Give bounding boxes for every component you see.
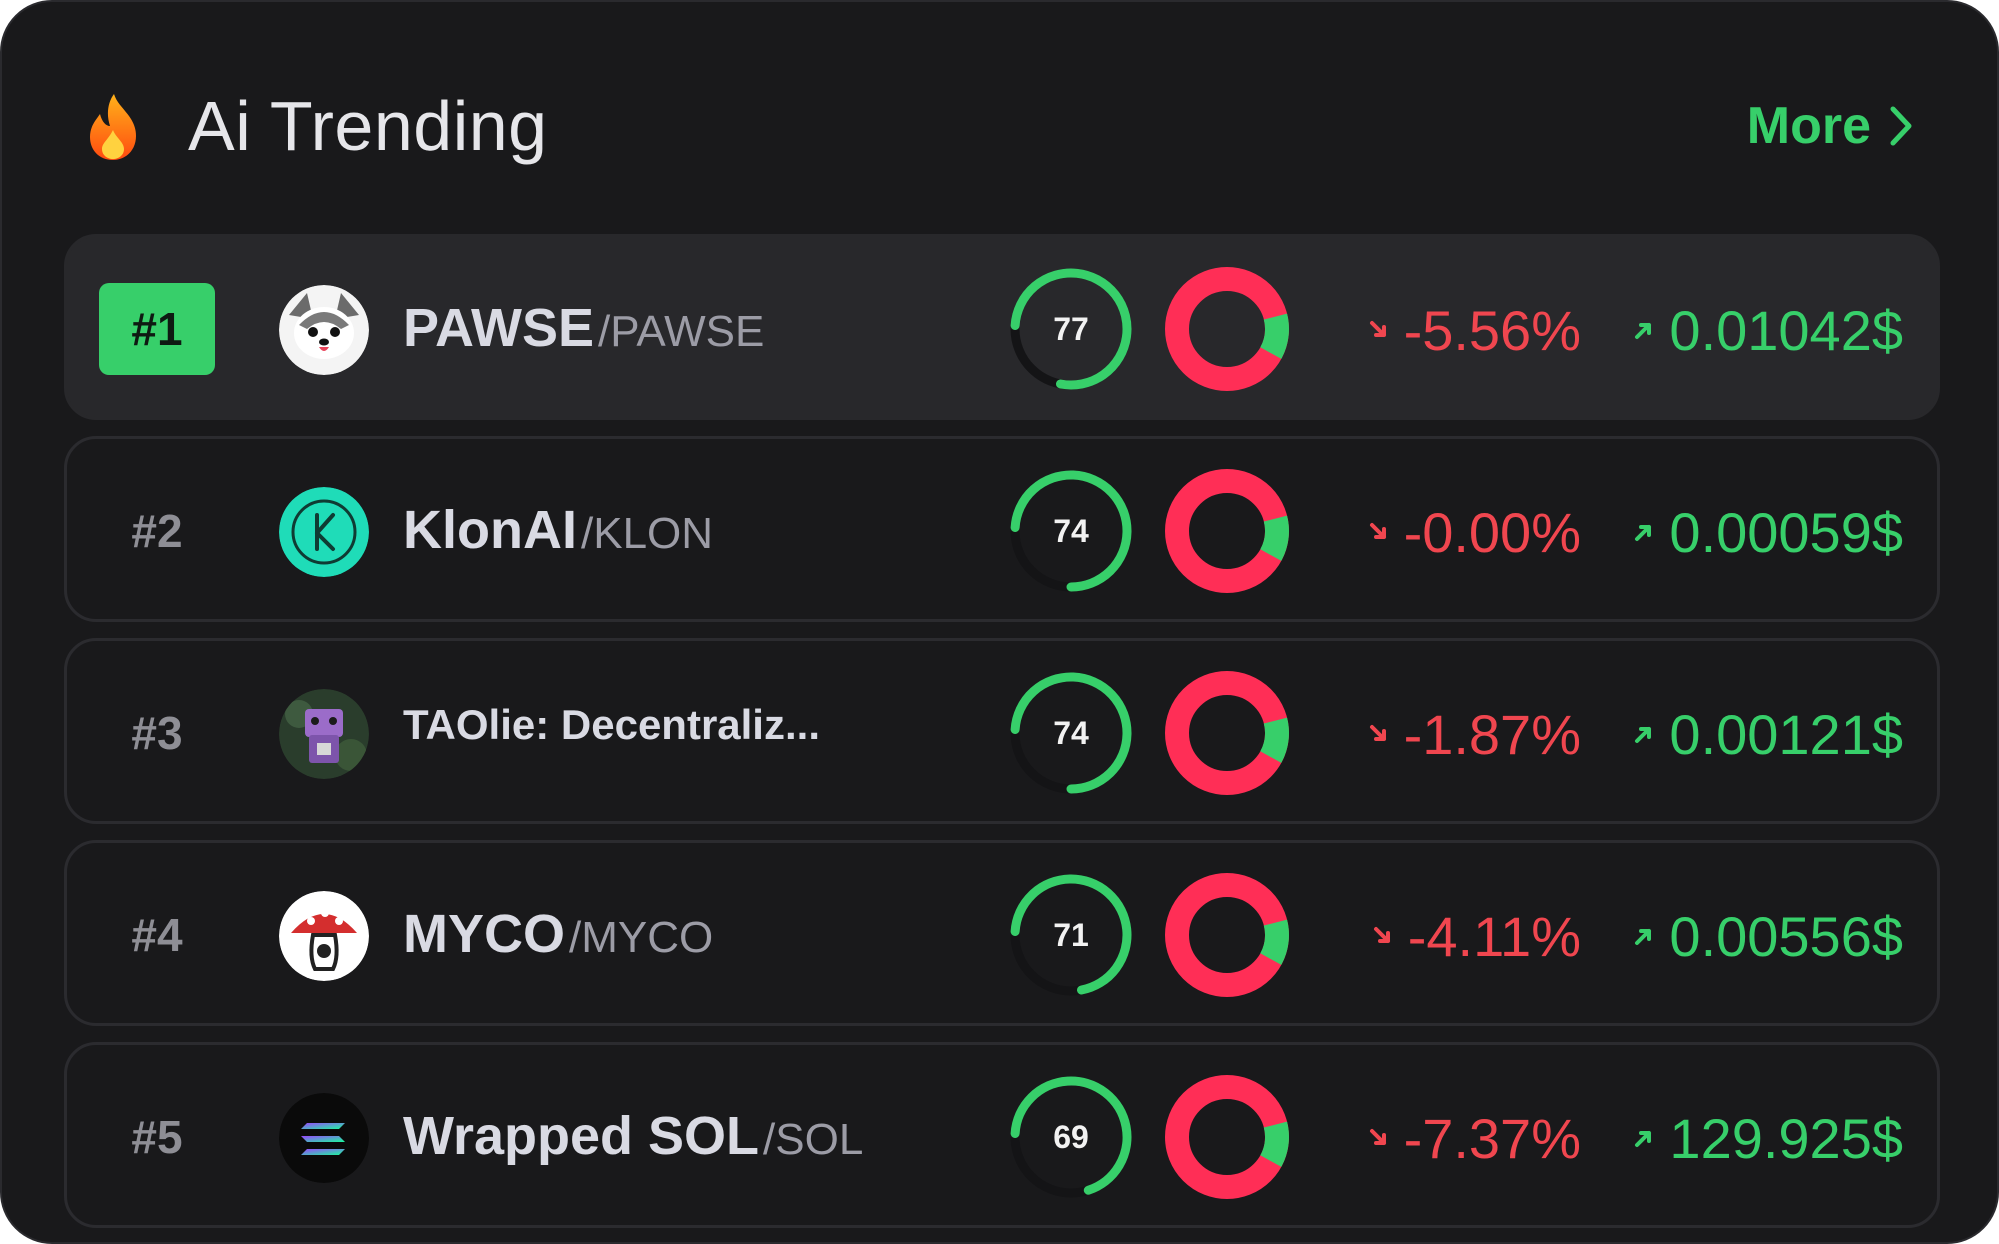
more-label: More [1746, 97, 1871, 155]
page-title: Ai Trending [188, 87, 548, 165]
solana-logo [279, 1093, 369, 1183]
price-change: -7.37% [1368, 1103, 1581, 1173]
score-value: 69 [1053, 1118, 1089, 1155]
buy-sell-donut [1163, 1073, 1291, 1201]
trending-row[interactable]: #4 MYCOMYCO 71 -4.11% 0.00556$ [64, 840, 1940, 1026]
trending-row[interactable]: #5 Wrapped SOLSOL 69 -7.37% 129.925$ [64, 1042, 1940, 1228]
klon-k-logo [279, 487, 369, 577]
token-price-value: 0.01042$ [1669, 298, 1903, 362]
price-change: -0.00% [1368, 497, 1581, 567]
arrow-up-icon [1635, 727, 1652, 743]
token-price: 129.925$ [1633, 1103, 1903, 1173]
token-name: PAWSEPAWSE [403, 297, 764, 367]
score-gauge: 69 [1007, 1073, 1135, 1201]
arrow-down-icon [1369, 321, 1386, 337]
score-gauge: 77 [1007, 265, 1135, 393]
price-change: -5.56% [1368, 295, 1581, 365]
token-price: 0.01042$ [1633, 295, 1903, 365]
score-value: 74 [1053, 512, 1089, 549]
trending-row[interactable]: #1 PAWSEPAWSE 77 -5.56% 0.01042$ [64, 234, 1940, 420]
arrow-down-icon [1369, 1129, 1386, 1145]
token-price-value: 0.00059$ [1669, 500, 1903, 564]
chevron-right-icon [1890, 106, 1912, 146]
arrow-down-icon [1373, 927, 1390, 943]
price-change-value: -5.56% [1403, 298, 1581, 362]
token-name-label: MYCO [403, 904, 565, 964]
token-price: 0.00121$ [1633, 699, 1903, 769]
score-value: 74 [1053, 714, 1089, 751]
trending-row[interactable]: #2 KlonAIKLON 74 -0.00% 0.00059$ [64, 436, 1940, 622]
token-symbol: PAWSE [598, 307, 764, 357]
rank-badge: #2 [131, 505, 183, 557]
price-change: -1.87% [1368, 699, 1581, 769]
price-change-value: -7.37% [1403, 1106, 1581, 1170]
arrow-down-icon [1369, 725, 1386, 741]
token-name-label: KlonAI [403, 500, 577, 560]
arrow-up-icon [1635, 1131, 1652, 1147]
token-name-label: TAOlie: Decentraliz... [403, 701, 820, 748]
rank-badge: #3 [131, 707, 183, 759]
score-gauge: 74 [1007, 669, 1135, 797]
token-name: TAOlie: Decentraliz... [403, 701, 820, 771]
buy-sell-donut [1163, 265, 1291, 393]
buy-sell-donut [1163, 871, 1291, 999]
token-price-value: 0.00556$ [1669, 904, 1903, 968]
arrow-up-icon [1635, 929, 1652, 945]
token-name-label: PAWSE [403, 298, 595, 358]
token-name: MYCOMYCO [403, 903, 713, 973]
rank-badge: #5 [131, 1111, 183, 1163]
trending-row[interactable]: #3 TAOlie: Decentraliz... 74 -1.87% 0.00121$ [64, 638, 1940, 824]
price-change-value: -4.11% [1407, 904, 1581, 968]
score-gauge: 74 [1007, 467, 1135, 595]
token-name: KlonAIKLON [403, 499, 713, 569]
score-gauge: 71 [1007, 871, 1135, 999]
token-price-value: 0.00121$ [1669, 702, 1903, 766]
token-price: 0.00059$ [1633, 497, 1903, 567]
token-price-value: 129.925$ [1669, 1106, 1903, 1170]
pawse-dog-avatar [279, 285, 369, 375]
arrow-up-icon [1635, 323, 1652, 339]
score-value: 71 [1053, 916, 1089, 953]
token-symbol: KLON [581, 509, 713, 559]
price-change-value: -1.87% [1403, 702, 1581, 766]
card-header: Ai Trending More [84, 78, 1915, 174]
buy-sell-donut [1163, 669, 1291, 797]
token-name-label: Wrapped SOL [403, 1106, 760, 1166]
myco-mushroom-logo [279, 891, 369, 981]
more-link[interactable]: More [1746, 97, 1915, 155]
taolie-purple-avatar [279, 689, 369, 779]
arrow-up-icon [1635, 525, 1652, 541]
arrow-down-icon [1369, 523, 1386, 539]
price-change-value: -0.00% [1403, 500, 1581, 564]
buy-sell-donut [1163, 467, 1291, 595]
rank-badge: #1 [99, 283, 215, 375]
price-change: -4.11% [1372, 901, 1581, 971]
fire-icon [90, 94, 136, 160]
ai-trending-card: Ai Trending More #1 PAWSEPAWSE 77 -5.56% 0.0… [0, 0, 1999, 1244]
score-value: 77 [1053, 310, 1089, 347]
rank-badge: #4 [131, 909, 183, 961]
token-symbol: SOL [763, 1115, 863, 1165]
token-symbol: MYCO [569, 913, 713, 963]
token-price: 0.00556$ [1633, 901, 1903, 971]
token-name: Wrapped SOLSOL [403, 1105, 863, 1175]
